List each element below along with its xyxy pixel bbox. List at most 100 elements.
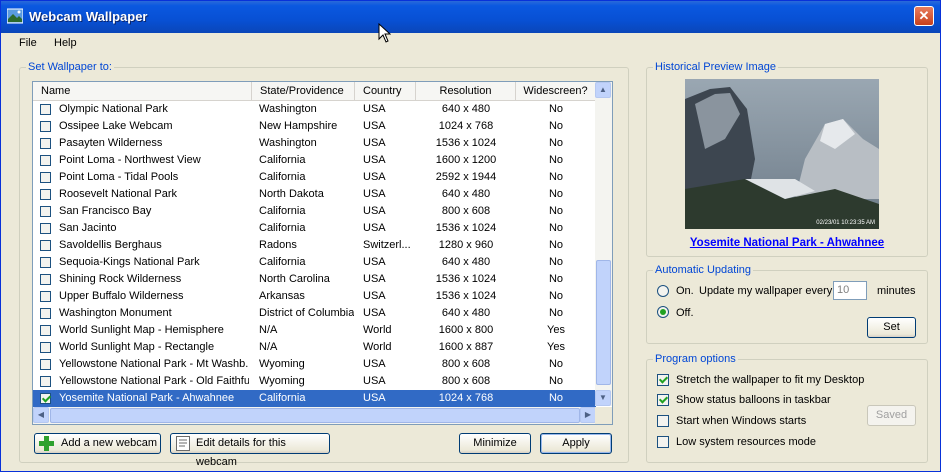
- cell-state: Washington: [259, 137, 317, 149]
- stretch-wallpaper-label: Stretch the wallpaper to fit my Desktop: [676, 374, 865, 386]
- auto-update-off-radio[interactable]: [657, 306, 669, 318]
- edit-details-label: Edit details for this webcam: [196, 437, 286, 468]
- row-checkbox[interactable]: [40, 138, 51, 149]
- row-checkbox[interactable]: [40, 359, 51, 370]
- program-options-group-title: Program options: [653, 353, 738, 365]
- cell-state: Washington: [259, 103, 317, 115]
- scroll-down-button[interactable]: ▼: [595, 390, 611, 406]
- column-header-widescreen[interactable]: Widescreen?: [516, 82, 596, 100]
- table-row[interactable]: Upper Buffalo Wilderness Arkansas USA 1536 …: [33, 288, 596, 305]
- row-checkbox[interactable]: [40, 308, 51, 319]
- table-row[interactable]: Yellowstone National Park - Mt Washb... W…: [33, 356, 596, 373]
- table-row[interactable]: World Sunlight Map - Hemisphere N/A World 1…: [33, 322, 596, 339]
- table-row[interactable]: Roosevelt National Park North Dakota USA 64…: [33, 186, 596, 203]
- title-bar[interactable]: Webcam Wallpaper ✕: [1, 1, 940, 33]
- low-resources-checkbox[interactable]: [657, 436, 669, 448]
- row-checkbox[interactable]: [40, 223, 51, 234]
- vertical-scroll-thumb[interactable]: [596, 260, 611, 385]
- table-row[interactable]: Yosemite National Park - Ahwahnee Califor…: [33, 390, 596, 407]
- row-checkbox[interactable]: [40, 342, 51, 353]
- menu-help[interactable]: Help: [54, 37, 77, 49]
- row-checkbox[interactable]: [40, 172, 51, 183]
- horizontal-scroll-thumb[interactable]: [50, 408, 580, 423]
- table-row[interactable]: San Jacinto California USA 1536 x 1024 No: [33, 220, 596, 237]
- webcam-list[interactable]: Name State/Providence Country Resolution…: [32, 81, 613, 425]
- cell-state: North Dakota: [259, 188, 324, 200]
- start-with-windows-checkbox[interactable]: [657, 415, 669, 427]
- row-checkbox[interactable]: [40, 257, 51, 268]
- close-button[interactable]: ✕: [914, 6, 934, 26]
- table-row[interactable]: Sequoia-Kings National Park California USA…: [33, 254, 596, 271]
- edit-details-button[interactable]: Edit details for this webcam: [170, 433, 330, 468]
- column-header-state[interactable]: State/Providence: [252, 82, 355, 100]
- apply-button[interactable]: Apply: [540, 433, 612, 454]
- table-row[interactable]: Yellowstone National Park - Old Faithful…: [33, 373, 596, 390]
- row-checkbox[interactable]: [40, 155, 51, 166]
- cell-country: USA: [363, 358, 386, 370]
- cell-resolution: 800 x 608: [441, 205, 491, 217]
- update-interval-prefix: Update my wallpaper every: [699, 285, 833, 297]
- table-row[interactable]: Point Loma - Northwest View California USA…: [33, 152, 596, 169]
- table-row[interactable]: Shining Rock Wilderness North Carolina USA…: [33, 271, 596, 288]
- cell-name: Yellowstone National Park - Old Faithful: [59, 375, 249, 387]
- row-checkbox[interactable]: [40, 104, 51, 115]
- table-row[interactable]: Savoldellis Berghaus Radons Switzerl... 128…: [33, 237, 596, 254]
- auto-update-on-radio[interactable]: [657, 285, 669, 297]
- column-header-resolution[interactable]: Resolution: [416, 82, 516, 100]
- close-icon: ✕: [918, 8, 930, 23]
- minimize-button[interactable]: Minimize: [459, 433, 531, 454]
- scroll-right-button[interactable]: ▶: [580, 407, 596, 423]
- table-row[interactable]: San Francisco Bay California USA 800 x 608 N…: [33, 203, 596, 220]
- table-row[interactable]: Point Loma - Tidal Pools California USA 259…: [33, 169, 596, 186]
- cell-state: California: [259, 205, 306, 217]
- row-checkbox[interactable]: [40, 189, 51, 200]
- table-row[interactable]: Ossipee Lake Webcam New Hampshire USA 1024 …: [33, 118, 596, 135]
- set-interval-button[interactable]: Set: [867, 317, 916, 338]
- preview-webcam-link[interactable]: Yosemite National Park - Ahwahnee: [646, 237, 928, 249]
- column-header-name[interactable]: Name: [33, 82, 252, 100]
- scroll-left-button[interactable]: ◀: [33, 407, 49, 423]
- table-row[interactable]: Pasayten Wilderness Washington USA 1536 x 1…: [33, 135, 596, 152]
- table-row[interactable]: World Sunlight Map - Rectangle N/A World 16…: [33, 339, 596, 356]
- status-balloons-checkbox[interactable]: [657, 394, 669, 406]
- stretch-wallpaper-checkbox[interactable]: [657, 374, 669, 386]
- table-row[interactable]: Olympic National Park Washington USA 640 x …: [33, 101, 596, 118]
- row-checkbox[interactable]: [40, 206, 51, 217]
- menu-file[interactable]: File: [19, 37, 37, 49]
- add-webcam-button[interactable]: Add a new webcam: [34, 433, 161, 454]
- cell-widescreen: No: [548, 273, 564, 285]
- row-checkbox[interactable]: [40, 291, 51, 302]
- vertical-scrollbar[interactable]: ▲ ▼: [595, 82, 612, 406]
- cell-resolution: 800 x 608: [441, 358, 491, 370]
- row-checkbox[interactable]: [40, 274, 51, 285]
- cell-widescreen: No: [548, 188, 564, 200]
- saved-button[interactable]: Saved: [867, 405, 916, 426]
- start-with-windows-label: Start when Windows starts: [676, 415, 807, 427]
- cell-state: Wyoming: [259, 358, 305, 370]
- cell-widescreen: No: [548, 205, 564, 217]
- scroll-up-button[interactable]: ▲: [595, 82, 611, 98]
- update-interval-input[interactable]: 10: [833, 281, 867, 300]
- cell-country: USA: [363, 290, 386, 302]
- cell-name: Point Loma - Tidal Pools: [59, 171, 179, 183]
- horizontal-scrollbar[interactable]: ◀ ▶: [33, 407, 596, 424]
- row-checkbox[interactable]: [40, 393, 51, 404]
- cell-resolution: 1600 x 800: [438, 324, 494, 336]
- column-header-country[interactable]: Country: [355, 82, 416, 100]
- cell-country: USA: [363, 154, 386, 166]
- table-row[interactable]: Washington Monument District of Columbia U…: [33, 305, 596, 322]
- cell-state: New Hampshire: [259, 120, 338, 132]
- row-checkbox[interactable]: [40, 240, 51, 251]
- cell-resolution: 640 x 480: [441, 307, 491, 319]
- auto-update-group-title: Automatic Updating: [653, 264, 753, 276]
- cell-name: Shining Rock Wilderness: [59, 273, 182, 285]
- row-checkbox[interactable]: [40, 325, 51, 336]
- preview-image: 02/23/01 10:23:35 AM: [685, 79, 879, 229]
- row-checkbox[interactable]: [40, 121, 51, 132]
- cell-name: Olympic National Park: [59, 103, 168, 115]
- row-checkbox[interactable]: [40, 376, 51, 387]
- cell-state: Arkansas: [259, 290, 305, 302]
- cell-widescreen: No: [548, 358, 564, 370]
- cell-widescreen: No: [548, 392, 564, 404]
- add-webcam-label: Add a new webcam: [61, 437, 157, 449]
